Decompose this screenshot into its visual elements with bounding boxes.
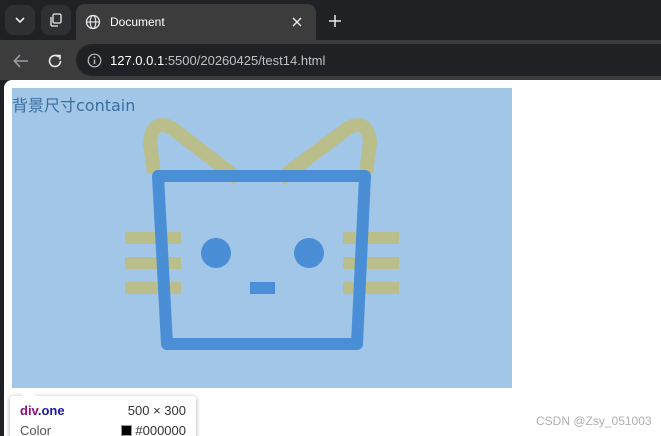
tab-strip: Document [0,0,661,40]
back-button[interactable] [8,48,34,74]
tooltip-color-row: Color #000000 [20,421,186,436]
new-tab-button[interactable] [322,8,348,34]
tooltip-value: #000000 [121,423,186,436]
color-swatch [121,424,133,436]
cat-background-icon [125,118,399,350]
watermark: CSDN @Zsy_051003 [536,414,652,428]
plus-icon [329,15,341,27]
page-viewport: 背景尺寸contain div.one 500 × 300 Color #000… [4,80,661,436]
globe-icon [84,13,102,31]
tooltip-size: 500 × 300 [127,402,186,418]
inspector-tooltip: div.one 500 × 300 Color #000000 [10,389,196,436]
tooltip-tag: div [20,402,38,418]
workspaces-icon [50,13,62,27]
tooltip-class: .one [37,402,65,418]
tooltip-property: Color [20,422,52,436]
url-host: 127.0.0.1 [110,52,165,68]
tooltip-element-row: div.one 500 × 300 [20,401,186,419]
reload-button[interactable] [42,48,68,74]
tooltip-color-value: #000000 [135,422,186,436]
tooltip-selector: div.one [20,403,65,418]
box-label: 背景尺寸contain [12,96,136,115]
div-one: 背景尺寸contain [12,88,512,388]
info-icon[interactable] [86,52,102,68]
tab-title: Document [110,15,165,29]
workspaces-button[interactable] [41,5,71,35]
chevron-down-icon [15,17,25,24]
browser-toolbar: 127.0.0.1:5500/20260425/test14.html [0,40,661,80]
arrow-left-icon [13,54,28,68]
tab-close-button[interactable] [286,11,308,33]
url-path: :5500/20260425/test14.html [164,52,326,68]
tab-search-button[interactable] [5,5,35,35]
url-text: 127.0.0.1:5500/20260425/test14.html [110,53,325,68]
reload-icon [48,54,62,68]
close-icon [292,17,302,27]
tab-document[interactable]: Document [76,4,316,40]
address-bar[interactable]: 127.0.0.1:5500/20260425/test14.html [76,44,661,76]
